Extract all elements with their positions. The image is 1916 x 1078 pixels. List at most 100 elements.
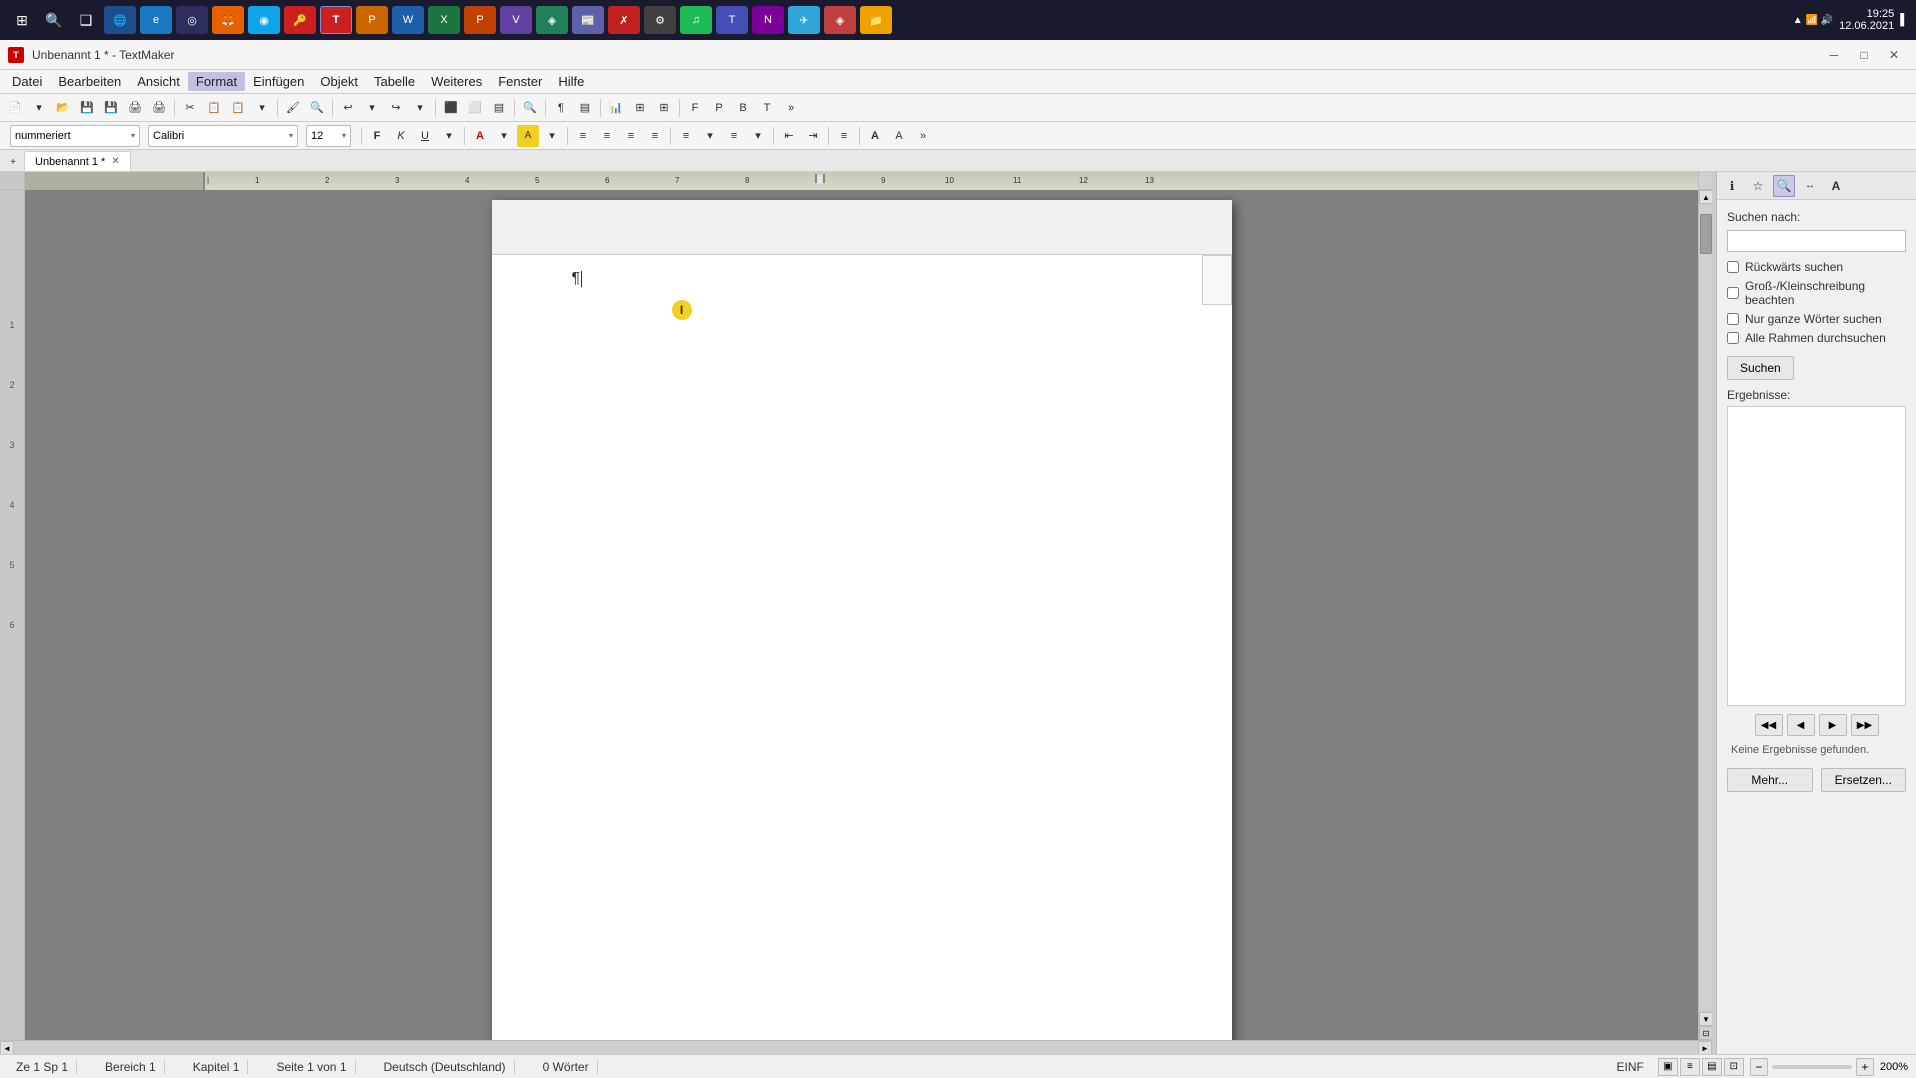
tab-document1[interactable]: Unbenannt 1 * ✕ — [24, 151, 131, 171]
scroll-left-btn[interactable]: ◄ — [0, 1041, 14, 1054]
align-left-btn[interactable]: ≡ — [572, 125, 594, 147]
highlight-btn[interactable]: A — [517, 125, 539, 147]
menu-datei[interactable]: Datei — [4, 72, 50, 91]
chart-btn[interactable]: 📊 — [605, 97, 627, 119]
print-btn[interactable]: 🖨 — [124, 97, 146, 119]
backwards-checkbox[interactable] — [1727, 261, 1739, 273]
view2-btn[interactable]: ⬜ — [464, 97, 486, 119]
underline-btn[interactable]: U — [414, 125, 436, 147]
field4-btn[interactable]: T — [756, 97, 778, 119]
search-input[interactable] — [1727, 230, 1906, 252]
taskbar-app4[interactable]: ✗ — [608, 6, 640, 34]
nav-prev-btn[interactable]: ◀ — [1787, 714, 1815, 736]
document-canvas[interactable]: ¶ I — [25, 190, 1698, 1040]
redo-btn[interactable]: ↪ — [385, 97, 407, 119]
taskbar-app5[interactable]: ◈ — [824, 6, 856, 34]
view3-btn[interactable]: ▤ — [488, 97, 510, 119]
table-btn[interactable]: ⊞ — [629, 97, 651, 119]
menu-einfuegen[interactable]: Einfügen — [245, 72, 312, 91]
minimize-button[interactable]: ─ — [1820, 45, 1848, 65]
zoom-out-btn[interactable]: − — [1750, 1058, 1768, 1076]
align-justify-btn[interactable]: ≡ — [644, 125, 666, 147]
menu-hilfe[interactable]: Hilfe — [550, 72, 592, 91]
menu-format[interactable]: Format — [188, 72, 245, 91]
panel-info-btn[interactable]: ℹ — [1721, 175, 1743, 197]
panel-star-btn[interactable]: ☆ — [1747, 175, 1769, 197]
scroll-track[interactable] — [1699, 204, 1712, 1012]
taskbar-app2[interactable]: ◈ — [536, 6, 568, 34]
start-button[interactable]: ⊞ — [8, 6, 36, 34]
wholewords-checkbox[interactable] — [1727, 313, 1739, 325]
more-btn[interactable]: Mehr... — [1727, 768, 1813, 792]
menu-fenster[interactable]: Fenster — [490, 72, 550, 91]
menu-ansicht[interactable]: Ansicht — [129, 72, 188, 91]
taskbar-chrome[interactable]: ◎ — [176, 6, 208, 34]
paste-dropdown-btn[interactable]: ▾ — [251, 97, 273, 119]
panel-replace-btn[interactable]: ↔ — [1799, 175, 1821, 197]
nav-last-btn[interactable]: ▶▶ — [1851, 714, 1879, 736]
scroll-thumb[interactable] — [1700, 214, 1712, 254]
allframes-checkbox[interactable] — [1727, 332, 1739, 344]
field3-btn[interactable]: B — [732, 97, 754, 119]
italic-btn[interactable]: K — [390, 125, 412, 147]
taskbar-edge[interactable]: e — [140, 6, 172, 34]
panel-format-btn[interactable]: A — [1825, 175, 1847, 197]
casesensitive-checkbox[interactable] — [1727, 287, 1739, 299]
numberedlist-btn[interactable]: ≡ — [723, 125, 745, 147]
table2-btn[interactable]: ⊞ — [653, 97, 675, 119]
taskbar-voice[interactable]: V — [500, 6, 532, 34]
zoom-btn[interactable]: 🔍 — [519, 97, 541, 119]
indent1-btn[interactable]: ⇤ — [778, 125, 800, 147]
menu-weiteres[interactable]: Weiteres — [423, 72, 490, 91]
task-view-button[interactable]: ❑ — [72, 6, 100, 34]
nav-first-btn[interactable]: ◀◀ — [1755, 714, 1783, 736]
panel-search-btn[interactable]: 🔍 — [1773, 175, 1795, 197]
open-btn[interactable]: 📂 — [52, 97, 74, 119]
format-paint-btn[interactable]: 🖌 — [282, 97, 304, 119]
tab-close-btn[interactable]: ✕ — [111, 156, 119, 167]
taskbar-excel[interactable]: X — [428, 6, 460, 34]
save2-btn[interactable]: 💾 — [100, 97, 122, 119]
highlight-dropdown[interactable]: ▾ — [541, 125, 563, 147]
tab-new-btn[interactable]: + — [4, 153, 22, 171]
style-btn[interactable]: A — [864, 125, 886, 147]
taskbar-edge2[interactable]: ◉ — [248, 6, 280, 34]
scroll-down-btn[interactable]: ▼ — [1699, 1012, 1712, 1026]
bold-btn[interactable]: F — [366, 125, 388, 147]
taskbar-firefox[interactable]: 🦊 — [212, 6, 244, 34]
taskbar-ppt[interactable]: P — [464, 6, 496, 34]
view-outline-btn[interactable]: ≡ — [1680, 1058, 1700, 1076]
font-color-dropdown[interactable]: ▾ — [493, 125, 515, 147]
list-btn[interactable]: ≡ — [675, 125, 697, 147]
taskbar-telegram[interactable]: ✈ — [788, 6, 820, 34]
taskbar-files[interactable]: 📁 — [860, 6, 892, 34]
taskbar-lastpass[interactable]: 🔑 — [284, 6, 316, 34]
taskbar-spotify[interactable]: ♫ — [680, 6, 712, 34]
search-btn[interactable]: 🔍 — [306, 97, 328, 119]
numberedlist-dropdown[interactable]: ▾ — [747, 125, 769, 147]
taskbar-teams[interactable]: T — [716, 6, 748, 34]
field2-btn[interactable]: P — [708, 97, 730, 119]
special2-btn[interactable]: ▤ — [574, 97, 596, 119]
list-dropdown[interactable]: ▾ — [699, 125, 721, 147]
cut-btn[interactable]: ✂ — [179, 97, 201, 119]
underline-dropdown-btn[interactable]: ▾ — [438, 125, 460, 147]
special1-btn[interactable]: ¶ — [550, 97, 572, 119]
align-center-btn[interactable]: ≡ — [596, 125, 618, 147]
h-scroll-track[interactable] — [14, 1041, 1698, 1054]
view-normal-btn[interactable]: ▣ — [1658, 1058, 1678, 1076]
undo-dropdown-btn[interactable]: ▾ — [361, 97, 383, 119]
nav-next-btn[interactable]: ▶ — [1819, 714, 1847, 736]
style-dropdown[interactable]: nummeriert ▾ — [10, 125, 140, 147]
taskbar-onenote[interactable]: N — [752, 6, 784, 34]
taskbar-word[interactable]: W — [392, 6, 424, 34]
more2-btn[interactable]: » — [912, 125, 934, 147]
redo-dropdown-btn[interactable]: ▾ — [409, 97, 431, 119]
taskbar-presentations[interactable]: P — [356, 6, 388, 34]
zoom-in-btn[interactable]: + — [1856, 1058, 1874, 1076]
menu-objekt[interactable]: Objekt — [312, 72, 366, 91]
taskbar-ie[interactable]: 🌐 — [104, 6, 136, 34]
print2-btn[interactable]: 🖨 — [148, 97, 170, 119]
field-btn[interactable]: F — [684, 97, 706, 119]
scroll-right-btn[interactable]: ► — [1698, 1041, 1712, 1054]
